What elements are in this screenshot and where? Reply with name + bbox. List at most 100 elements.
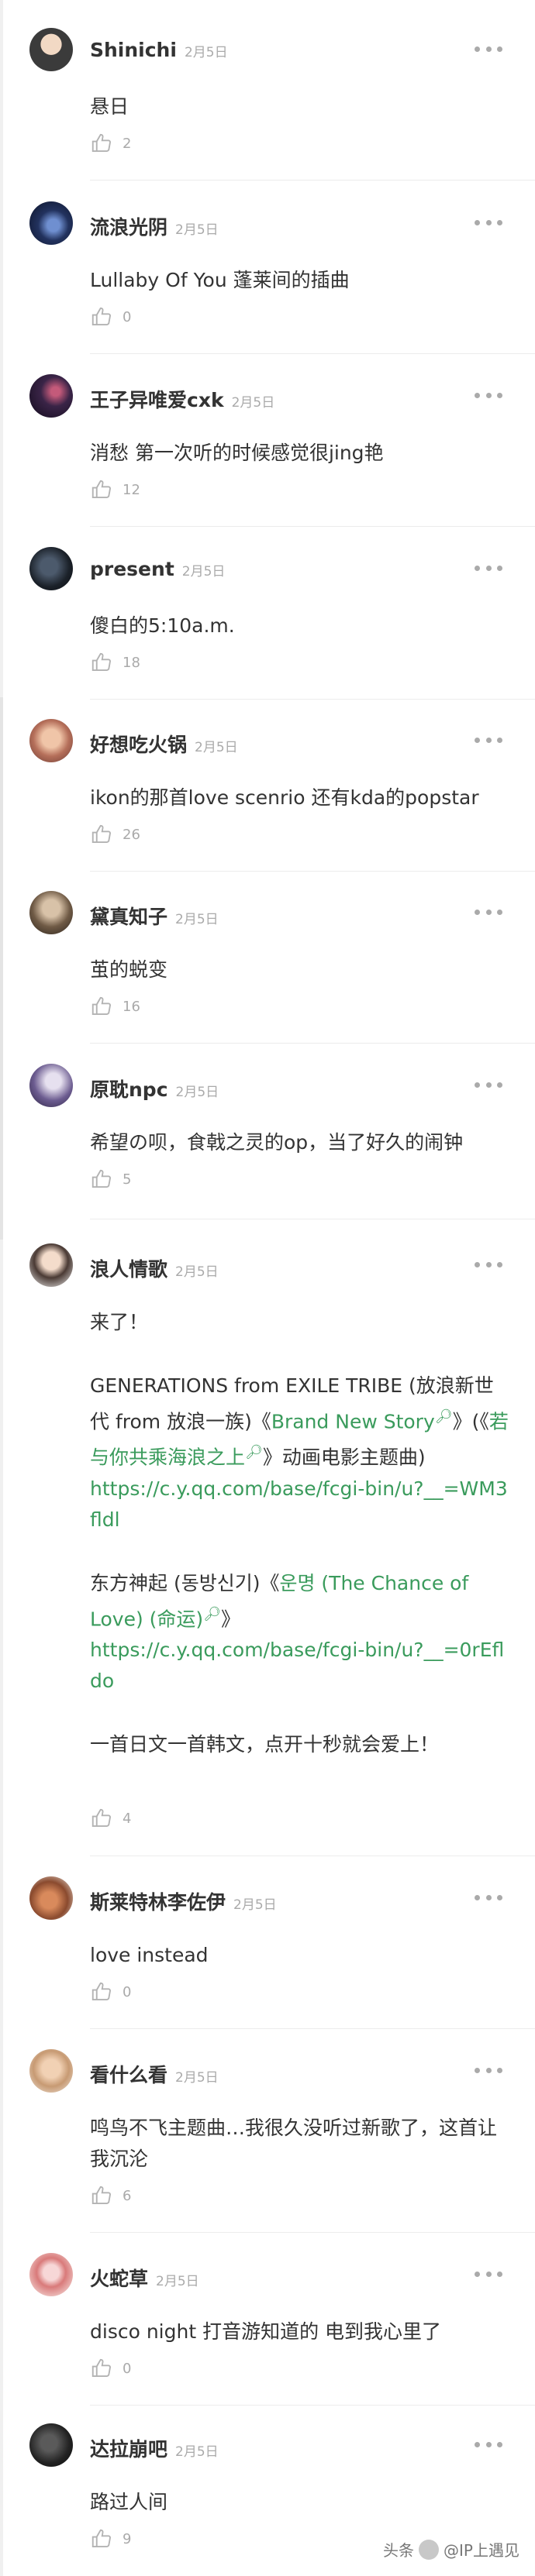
- comment-divider: [90, 871, 535, 872]
- comment-username[interactable]: 斯莱特林李佐伊 2月5日: [90, 1887, 277, 1915]
- comment-username[interactable]: 黛真知子 2月5日: [90, 902, 219, 930]
- comment-date: 2月5日: [175, 1085, 219, 1100]
- like-count: 6: [123, 2187, 132, 2204]
- thumbs-up-icon: [91, 652, 111, 671]
- like-button[interactable]: 16: [90, 993, 140, 1020]
- like-button[interactable]: 5: [90, 1166, 131, 1192]
- more-options-icon[interactable]: [475, 1260, 502, 1268]
- comment-username[interactable]: 流浪光阴 2月5日: [90, 212, 219, 240]
- like-count: 18: [123, 654, 140, 671]
- more-options-icon[interactable]: [475, 45, 502, 53]
- url-link[interactable]: https://c.y.qq.com/base/fcgi-bin/u?__=WM…: [90, 1477, 508, 1531]
- url-link[interactable]: https://c.y.qq.com/base/fcgi-bin/u?__=0r…: [90, 1639, 504, 1692]
- like-count: 0: [123, 1983, 132, 2000]
- like-count: 12: [123, 481, 140, 498]
- search-icon[interactable]: 🔎︎: [203, 1606, 221, 1622]
- comment-username[interactable]: 达拉崩吧 2月5日: [90, 2434, 219, 2462]
- more-options-icon[interactable]: [475, 2440, 502, 2448]
- comment-text: 傻白的5:10a.m.: [90, 614, 235, 637]
- comment-text: Lullaby Of You 蓬莱间的插曲: [90, 269, 350, 291]
- avatar[interactable]: [29, 1243, 73, 1287]
- avatar[interactable]: [29, 374, 73, 418]
- comment-date: 2月5日: [175, 2070, 219, 2086]
- comment-divider: [90, 1855, 535, 1856]
- comment-date: 2月5日: [175, 1264, 219, 1280]
- comment-text: 希望の呗，食戟之灵的op，当了好久的闹钟: [90, 1131, 464, 1154]
- more-options-icon[interactable]: [475, 1081, 502, 1089]
- thumbs-up-icon: [91, 1808, 111, 1827]
- comment-text: disco night 打音游知道的 电到我心里了: [90, 2320, 442, 2343]
- avatar[interactable]: [29, 201, 73, 245]
- comment-date: 2月5日: [181, 564, 226, 580]
- comment-username[interactable]: Shinichi 2月5日: [90, 39, 228, 61]
- avatar[interactable]: [29, 1876, 73, 1920]
- comment-username[interactable]: 王子异唯爱cxk 2月5日: [90, 385, 274, 413]
- avatar[interactable]: [29, 891, 73, 934]
- more-options-icon[interactable]: [475, 1893, 502, 1901]
- like-count: 2: [123, 135, 132, 152]
- like-button[interactable]: 0: [90, 1979, 131, 2005]
- comment-line: 一首日文一首韩文，点开十秒就会爱上！: [90, 1732, 440, 1756]
- thumbs-up-icon: [91, 133, 111, 152]
- avatar[interactable]: [29, 28, 73, 71]
- comment-username[interactable]: 原耽npc 2月5日: [90, 1075, 219, 1102]
- more-options-icon[interactable]: [475, 391, 502, 399]
- comment-date: 2月5日: [175, 912, 219, 927]
- avatar[interactable]: [29, 719, 73, 762]
- comment-date: 2月5日: [184, 45, 228, 60]
- like-button[interactable]: 12: [90, 476, 140, 503]
- comment-text: 茧的蜕变: [90, 958, 168, 981]
- thumbs-up-icon: [91, 824, 111, 843]
- more-options-icon[interactable]: [475, 908, 502, 916]
- thumbs-up-icon: [91, 996, 111, 1015]
- comment-username[interactable]: 火蛇草 2月5日: [90, 2264, 199, 2292]
- page-left-border: [0, 0, 3, 2576]
- like-button[interactable]: 6: [90, 2182, 131, 2209]
- comment-divider: [90, 699, 535, 700]
- comment-date: 2月5日: [233, 1897, 277, 1913]
- avatar[interactable]: [29, 2253, 73, 2296]
- like-button[interactable]: 18: [90, 649, 140, 676]
- comment-username[interactable]: present 2月5日: [90, 558, 225, 580]
- comment-date: 2月5日: [175, 2444, 219, 2460]
- more-options-icon[interactable]: [475, 564, 502, 572]
- avatar[interactable]: [29, 547, 73, 590]
- like-count: 0: [123, 2360, 132, 2377]
- comment-date: 2月5日: [231, 395, 275, 411]
- like-count: 0: [123, 308, 132, 325]
- search-icon[interactable]: 🔎︎: [245, 1444, 263, 1460]
- avatar[interactable]: [29, 2049, 73, 2093]
- more-options-icon[interactable]: [475, 2066, 502, 2074]
- more-options-icon[interactable]: [475, 218, 502, 226]
- thumbs-up-icon: [91, 2358, 111, 2377]
- like-button[interactable]: 0: [90, 304, 131, 330]
- like-button[interactable]: 4: [90, 1805, 131, 1831]
- avatar[interactable]: [29, 2423, 73, 2467]
- comment-username[interactable]: 看什么看 2月5日: [90, 2060, 219, 2088]
- like-count: 4: [123, 1810, 132, 1827]
- comment-text: 来了！ GENERATIONS from EXILE TRIBE (放浪新世代 …: [90, 1307, 509, 1760]
- comment-paragraph: 东方神起 (동방신기)《운명 (The Chance of Love) (命运)…: [90, 1571, 505, 1692]
- comment-username[interactable]: 浪人情歌 2月5日: [90, 1254, 219, 1282]
- watermark-logo-icon: [419, 2539, 440, 2560]
- comment-text: love instead: [90, 1944, 209, 1966]
- thumbs-up-icon: [91, 1982, 111, 2000]
- like-button[interactable]: 0: [90, 2355, 131, 2382]
- comment-divider: [90, 2232, 535, 2233]
- like-button[interactable]: 26: [90, 821, 140, 848]
- like-button[interactable]: 9: [90, 2526, 131, 2552]
- comment-text: 悬日: [90, 95, 129, 118]
- more-options-icon[interactable]: [475, 2270, 502, 2278]
- comment-date: 2月5日: [175, 222, 219, 238]
- avatar[interactable]: [29, 1064, 73, 1107]
- thumbs-up-icon: [91, 480, 111, 498]
- thumbs-up-icon: [91, 1169, 111, 1188]
- comment-line: 来了！: [90, 1311, 149, 1333]
- search-icon[interactable]: 🔎︎: [435, 1408, 453, 1425]
- comment-divider: [90, 2028, 535, 2029]
- song-link[interactable]: Brand New Story: [271, 1410, 435, 1432]
- comment-username[interactable]: 好想吃火锅 2月5日: [90, 730, 238, 758]
- more-options-icon[interactable]: [475, 736, 502, 744]
- like-button[interactable]: 2: [90, 130, 131, 156]
- comment-divider: [90, 2405, 535, 2406]
